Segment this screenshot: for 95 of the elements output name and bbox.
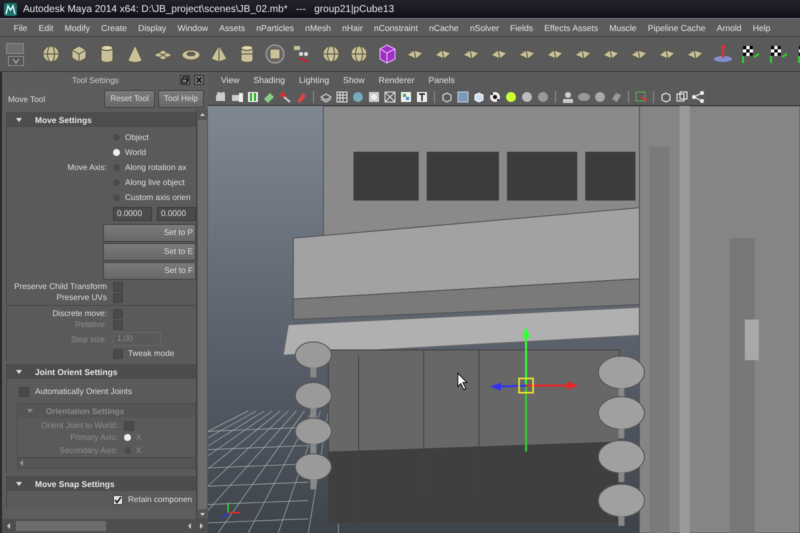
panel-title: Tool Settings bbox=[72, 76, 120, 84]
cube-outline-icon[interactable] bbox=[440, 90, 454, 104]
menu-item[interactable]: Muscle bbox=[604, 22, 642, 32]
number-field[interactable]: 0.0000 bbox=[113, 207, 152, 221]
viewport-menu-item[interactable]: Renderer bbox=[372, 75, 422, 85]
app-logo-icon bbox=[4, 2, 17, 16]
menu-item[interactable]: nParticles bbox=[250, 22, 300, 32]
figure-icon[interactable] bbox=[561, 90, 575, 104]
soccer-ball-icon[interactable] bbox=[488, 90, 502, 104]
cube-outline-icon[interactable] bbox=[659, 90, 673, 104]
check-icon bbox=[114, 496, 122, 504]
radio-label: Custom axis orien bbox=[125, 192, 191, 203]
scrollbar-thumb[interactable] bbox=[16, 521, 106, 531]
sphere-icon[interactable] bbox=[351, 90, 365, 104]
radio-label: World bbox=[125, 147, 146, 158]
collapse-arrow-icon[interactable] bbox=[15, 116, 23, 124]
sphere-icon[interactable] bbox=[348, 43, 370, 65]
radio-button[interactable] bbox=[113, 149, 120, 156]
menu-item[interactable]: Pipeline Cache bbox=[642, 22, 712, 32]
select-icon[interactable] bbox=[634, 90, 648, 104]
sphere-icon[interactable] bbox=[40, 43, 62, 65]
checkbox-label: Discrete move: bbox=[51, 308, 107, 319]
menu-item[interactable]: Help bbox=[747, 22, 776, 32]
viewport-menu-item[interactable]: Show bbox=[336, 75, 372, 85]
menu-item[interactable]: Assets bbox=[214, 22, 251, 32]
move-manipulator-icon[interactable] bbox=[490, 326, 578, 452]
texture-icon[interactable] bbox=[399, 90, 413, 104]
scrollbar-thumb[interactable] bbox=[198, 120, 207, 509]
checkbox-label: Retain componen bbox=[128, 494, 192, 505]
checkbox-label: Preserve UVs bbox=[55, 292, 107, 303]
menu-item[interactable]: Create bbox=[96, 22, 133, 32]
checkbox-label: Automatically Orient Joints bbox=[35, 386, 132, 397]
scroll-left-icon[interactable] bbox=[186, 521, 194, 531]
light-bulb-icon[interactable] bbox=[504, 90, 518, 104]
section-header[interactable]: Move Snap Settings bbox=[7, 476, 196, 491]
scroll-right-icon[interactable] bbox=[197, 521, 205, 531]
collapse-arrow-icon[interactable] bbox=[15, 480, 23, 488]
menu-item[interactable]: nConstraint bbox=[368, 22, 424, 32]
menu-item[interactable]: Modify bbox=[59, 22, 96, 32]
collapse-arrow-icon[interactable] bbox=[15, 368, 23, 376]
set-axis-button[interactable]: Set to E bbox=[103, 243, 196, 261]
section-title: Move Settings bbox=[35, 114, 92, 124]
pin-icon[interactable] bbox=[712, 43, 734, 65]
section-title: Move Snap Settings bbox=[35, 478, 115, 488]
radio-label: Object bbox=[125, 132, 149, 143]
field-label: Move Axis: bbox=[66, 162, 107, 173]
text-icon[interactable] bbox=[415, 90, 429, 104]
close-icon[interactable] bbox=[194, 75, 204, 85]
number-field[interactable]: 0.0000 bbox=[157, 207, 196, 221]
viewport-menu-item[interactable]: Lighting bbox=[292, 75, 336, 85]
menu-item[interactable]: Fields bbox=[504, 22, 539, 32]
menu-item[interactable]: File bbox=[8, 22, 34, 32]
window-title: Autodesk Maya 2014 x64: D:\JB_project\scenes\JB_02.mb* --- group21|pCube13 bbox=[23, 4, 394, 14]
float-panel-icon[interactable] bbox=[180, 75, 190, 85]
section-header[interactable]: Joint Orient Settings bbox=[7, 364, 196, 379]
tool-button[interactable]: Tool Help bbox=[158, 90, 204, 108]
sphere-icon[interactable] bbox=[593, 90, 607, 104]
viewport-menu-item[interactable]: View bbox=[214, 75, 246, 85]
tool-name: Move Tool bbox=[8, 94, 46, 104]
menu-item[interactable]: Edit bbox=[33, 22, 60, 32]
cursor-icon bbox=[457, 372, 468, 390]
section-title: Joint Orient Settings bbox=[35, 366, 118, 376]
checkbox-label: Preserve Child Transform bbox=[13, 281, 107, 292]
pyramid-icon[interactable] bbox=[208, 43, 230, 65]
viewport-menu-item[interactable]: Panels bbox=[421, 75, 462, 85]
radio-label: Along live object bbox=[125, 177, 185, 188]
menu-item[interactable]: Window bbox=[172, 22, 214, 32]
checker-flag-icon[interactable] bbox=[768, 43, 790, 65]
set-axis-button[interactable]: Set to F bbox=[103, 262, 196, 280]
sphere-icon[interactable] bbox=[536, 90, 550, 104]
scroll-left-icon[interactable] bbox=[5, 521, 13, 531]
viewport-menu-item[interactable]: Shading bbox=[246, 75, 292, 85]
shelf-menu-icon[interactable] bbox=[8, 56, 24, 66]
checkbox[interactable] bbox=[113, 494, 123, 504]
menu-item[interactable]: Arnold bbox=[711, 22, 748, 32]
frame-icon[interactable] bbox=[675, 90, 689, 104]
tool-button[interactable]: Reset Tool bbox=[104, 90, 155, 108]
checkbox-label: Tweak mode bbox=[128, 348, 174, 359]
scroll-left-icon[interactable] bbox=[18, 458, 26, 468]
section-header[interactable]: Move Settings bbox=[7, 112, 196, 127]
menu-item[interactable]: nMesh bbox=[300, 22, 337, 32]
menu-item[interactable]: Effects Assets bbox=[538, 22, 604, 32]
share-icon[interactable] bbox=[691, 90, 705, 104]
camera-icon[interactable] bbox=[214, 90, 228, 104]
menu-item[interactable]: nCache bbox=[423, 22, 464, 32]
checker-flag-icon[interactable] bbox=[740, 43, 762, 65]
axis-indicator-icon bbox=[222, 502, 240, 518]
set-axis-button[interactable]: Set to P bbox=[103, 224, 196, 242]
menu-item[interactable]: Display bbox=[132, 22, 172, 32]
sphere-icon[interactable] bbox=[520, 90, 534, 104]
radio-label: Along rotation ax bbox=[125, 162, 186, 173]
menu-item[interactable]: nHair bbox=[336, 22, 368, 32]
sphere-icon[interactable] bbox=[320, 43, 342, 65]
menu-item[interactable]: nSolver bbox=[464, 22, 505, 32]
subdivision-icon[interactable] bbox=[264, 43, 286, 65]
